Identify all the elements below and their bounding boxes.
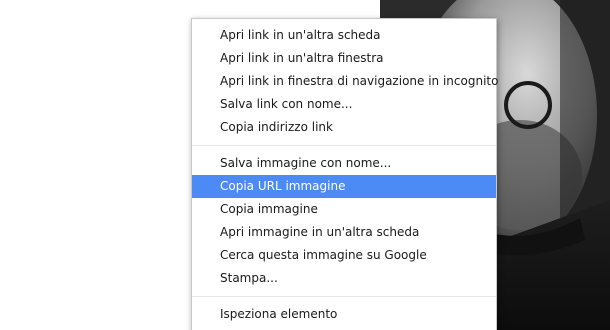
menu-separator bbox=[192, 145, 496, 146]
menu-separator bbox=[192, 296, 496, 297]
screen: Apri link in un'altra scheda Apri link i… bbox=[0, 0, 610, 330]
menu-item-open-link-new-window[interactable]: Apri link in un'altra finestra bbox=[192, 47, 496, 70]
menu-item-save-image-as[interactable]: Salva immagine con nome... bbox=[192, 152, 496, 175]
menu-item-open-image-new-tab[interactable]: Apri immagine in un'altra scheda bbox=[192, 221, 496, 244]
menu-item-search-image-google[interactable]: Cerca questa immagine su Google bbox=[192, 244, 496, 267]
menu-item-open-link-incognito[interactable]: Apri link in finestra di navigazione in … bbox=[192, 70, 498, 93]
menu-item-copy-image-url[interactable]: Copia URL immagine bbox=[192, 175, 496, 198]
menu-item-copy-link-address[interactable]: Copia indirizzo link bbox=[192, 116, 496, 139]
menu-item-inspect-element[interactable]: Ispeziona elemento bbox=[192, 303, 496, 326]
menu-item-print[interactable]: Stampa... bbox=[192, 267, 496, 290]
menu-item-open-link-new-tab[interactable]: Apri link in un'altra scheda bbox=[192, 24, 496, 47]
context-menu: Apri link in un'altra scheda Apri link i… bbox=[191, 18, 498, 330]
menu-item-copy-image[interactable]: Copia immagine bbox=[192, 198, 496, 221]
menu-item-save-link-as[interactable]: Salva link con nome... bbox=[192, 93, 496, 116]
